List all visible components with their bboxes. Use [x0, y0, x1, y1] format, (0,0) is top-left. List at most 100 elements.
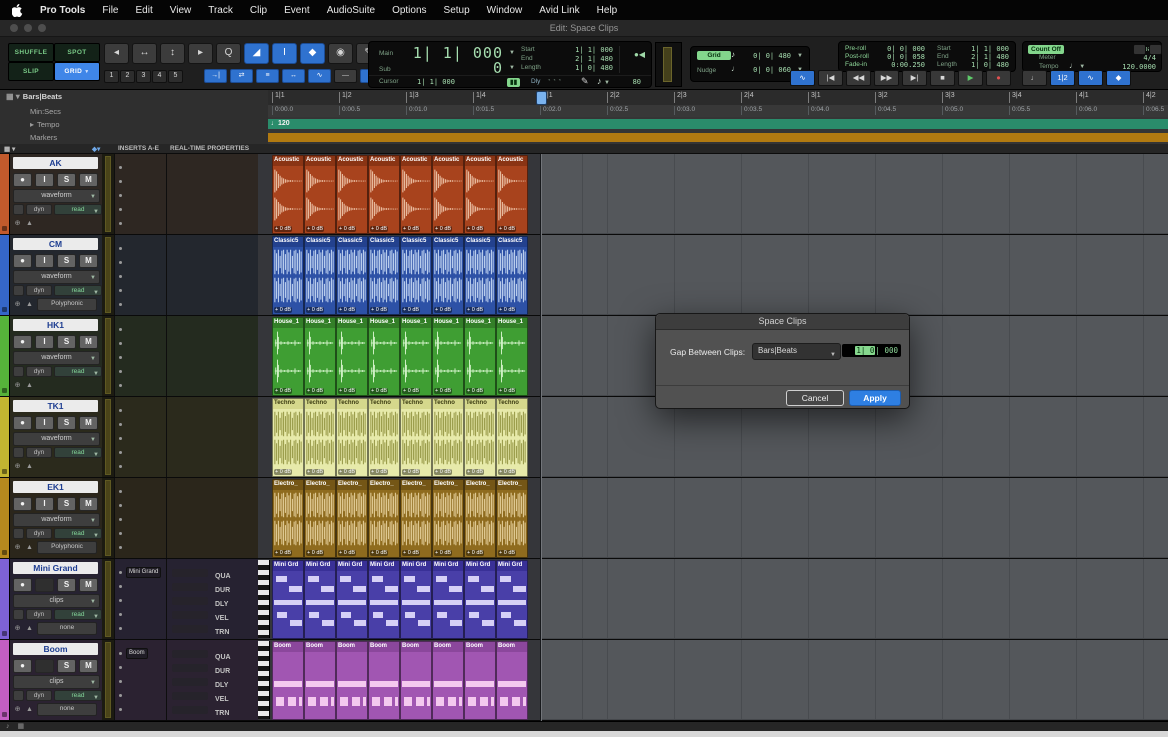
clip-mini-grand[interactable]: Mini Grd	[432, 560, 464, 639]
fadein-label[interactable]: Fade-in	[845, 61, 867, 68]
elastic-audio-icon[interactable]: ⊕	[13, 543, 22, 553]
automation-dyn-selector[interactable]: dyn	[26, 447, 52, 458]
menu-item-window[interactable]: Window	[487, 5, 523, 16]
insert-slot[interactable]	[119, 607, 126, 618]
postroll-value[interactable]: 0| 0| 058	[881, 53, 925, 61]
note-value-icon[interactable]: ♪ ▼	[597, 76, 610, 86]
track-name[interactable]: CM	[13, 238, 98, 250]
nudge-note-icon[interactable]: ♩	[731, 64, 739, 73]
track-lane[interactable]: Classic5+ 0 dB Classic5+ 0 dB Classic5+ 0 …	[258, 235, 1168, 315]
automation-dot-icon[interactable]	[13, 285, 24, 296]
clip-ak[interactable]: Acoustic+ 0 dB	[304, 155, 336, 234]
menu-item-avid-link[interactable]: Avid Link	[539, 5, 579, 16]
record-button[interactable]: ●	[986, 70, 1011, 86]
go-to-end-button[interactable]: ▶|	[902, 70, 927, 86]
gap-unit-select[interactable]: Bars|Beats▼	[752, 343, 841, 360]
automation-mode-selector[interactable]: read▼	[54, 204, 102, 215]
selector-tool[interactable]: I	[272, 43, 297, 64]
track-record-button[interactable]: ●	[13, 254, 32, 268]
insert-slot[interactable]	[119, 593, 126, 604]
track-view-selector[interactable]: clips▼	[13, 675, 100, 689]
empty-arrange-area[interactable]	[540, 640, 1168, 720]
insert-slot[interactable]	[119, 322, 126, 333]
horizontal-zoom-button[interactable]: ↔	[132, 43, 157, 64]
clip-boom[interactable]: Boom	[336, 641, 368, 720]
nudge-value[interactable]: 0| 0| 060	[743, 66, 791, 74]
track-mute-button[interactable]: M	[79, 254, 98, 268]
grid-note-icon[interactable]: ♪	[731, 50, 735, 59]
apple-icon[interactable]	[12, 4, 23, 17]
insert-slot[interactable]	[119, 431, 126, 442]
count-off-toggle-button[interactable]: 1|2	[1050, 70, 1075, 86]
clip-hk1[interactable]: House_1+ 0 dB	[304, 317, 336, 396]
menu-item-edit[interactable]: Edit	[136, 5, 153, 16]
insert-slot[interactable]	[119, 660, 126, 671]
insert-slot[interactable]	[119, 283, 126, 294]
clip-cm[interactable]: Classic5+ 0 dB	[336, 236, 368, 315]
insert-slot[interactable]	[119, 202, 126, 213]
insert-plugin-label[interactable]: Boom	[126, 648, 148, 659]
trim-tool[interactable]: ◢	[244, 43, 269, 64]
clip-tk1[interactable]: Techno+ 0 dB	[272, 398, 304, 477]
dialog-title[interactable]: Space Clips	[656, 314, 909, 330]
track-mute-button[interactable]: M	[79, 416, 98, 430]
property-row[interactable]: QUA	[172, 646, 231, 657]
track-mute-button[interactable]: M	[79, 497, 98, 511]
track-name[interactable]: EK1	[13, 481, 98, 493]
timebase-icon[interactable]: ▲	[25, 219, 34, 229]
insert-slot[interactable]	[119, 216, 126, 227]
clip-cm[interactable]: Classic5+ 0 dB	[464, 236, 496, 315]
clip-hk1[interactable]: House_1+ 0 dB	[464, 317, 496, 396]
timeline-insertion-chip[interactable]: ▮▮	[507, 78, 520, 87]
empty-arrange-area[interactable]	[540, 559, 1168, 639]
patch-selector[interactable]: none	[37, 703, 97, 716]
tempo-event-marker[interactable]: ♩120	[271, 120, 290, 127]
automation-mode-selector[interactable]: read▼	[54, 609, 102, 620]
clip-ek1[interactable]: Electro_+ 0 dB	[304, 479, 336, 558]
property-row[interactable]: DUR	[172, 579, 230, 590]
property-row[interactable]: TRN	[172, 702, 229, 713]
timebase-icon[interactable]: ▲	[25, 300, 34, 310]
clip-boom[interactable]: Boom	[368, 641, 400, 720]
grid-icon[interactable]: ▦	[18, 723, 25, 730]
track-record-button[interactable]: ●	[13, 416, 32, 430]
insert-slot[interactable]	[119, 579, 126, 590]
markers-ruler-label[interactable]: Markers+	[30, 133, 298, 142]
clip-tk1[interactable]: Techno+ 0 dB	[400, 398, 432, 477]
markers-ruler[interactable]	[268, 131, 1168, 144]
zoom-preset-5[interactable]: 5	[168, 70, 183, 83]
insert-slot[interactable]	[119, 336, 126, 347]
property-row[interactable]: VEL	[172, 607, 229, 618]
insert-slot[interactable]	[119, 674, 126, 685]
elastic-plugin-selector[interactable]: Polyphonic	[37, 541, 97, 554]
track-lane[interactable]: Mini GrdMini GrdMini GrdMini GrdMini Grd…	[258, 559, 1168, 639]
fadein-value[interactable]: 0:00.250	[881, 61, 925, 69]
grid-value[interactable]: 0| 0| 480	[743, 52, 791, 60]
clip-mini-grand[interactable]: Mini Grd	[368, 560, 400, 639]
clip-ek1[interactable]: Electro_+ 0 dB	[272, 479, 304, 558]
track-view-selector[interactable]: clips▼	[13, 594, 100, 608]
view-selector-icon[interactable]: ◆▾	[92, 145, 100, 153]
tab-to-transient-button[interactable]: →|	[204, 69, 227, 83]
track-view-selector[interactable]: waveform▼	[13, 351, 100, 365]
automation-dyn-selector[interactable]: dyn	[26, 528, 52, 539]
midi-icon[interactable]: ♪	[6, 723, 10, 730]
clip-boom[interactable]: Boom	[400, 641, 432, 720]
insert-slot[interactable]	[119, 484, 126, 495]
zoom-preset-3[interactable]: 3	[136, 70, 151, 83]
clip-cm[interactable]: Classic5+ 0 dB	[272, 236, 304, 315]
gap-value-field[interactable]: 1| 0| 000	[842, 344, 901, 357]
track-list-menu-icon[interactable]: ▦ ▾	[4, 145, 15, 153]
clip-tk1[interactable]: Techno+ 0 dB	[336, 398, 368, 477]
start-value[interactable]: 1| 1| 000	[963, 45, 1009, 53]
insert-slot[interactable]	[119, 445, 126, 456]
playhead-cursor[interactable]	[536, 91, 547, 105]
preroll-label[interactable]: Pre-roll	[845, 45, 866, 52]
clip-ek1[interactable]: Electro_+ 0 dB	[432, 479, 464, 558]
zoom-preset-1[interactable]: 1	[104, 70, 119, 83]
track-solo-button[interactable]: S	[57, 173, 76, 187]
count-off-chip[interactable]: Count Off	[1028, 45, 1064, 54]
talkback-button[interactable]: ∿	[790, 70, 815, 86]
track-view-selector[interactable]: waveform▼	[13, 513, 100, 527]
tempo-label[interactable]: Tempo	[1039, 63, 1059, 70]
